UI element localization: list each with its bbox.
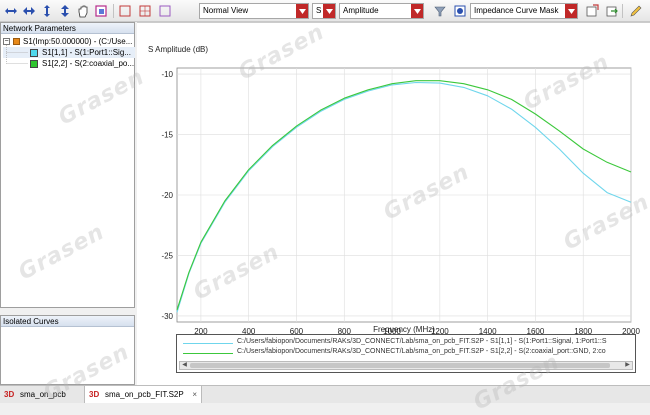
- tab-bar: 3D sma_on_pcb 3D sma_on_pcb_FIT.S2P ×: [0, 385, 650, 403]
- format-dropdown-value: Amplitude: [343, 6, 379, 15]
- isolated-curves-panel: Isolated Curves: [0, 315, 135, 385]
- zoom-vertical-icon[interactable]: [39, 3, 55, 19]
- grid-icon[interactable]: [137, 3, 153, 19]
- chart[interactable]: 200 400 600 800 1000 1200 1400 1600 1800 2000-10-…: [137, 23, 650, 386]
- network-parameters-title: Network Parameters: [1, 23, 134, 34]
- marker-icon[interactable]: [117, 3, 133, 19]
- param-dropdown-value: S: [316, 6, 322, 15]
- legend: C:/Users/fabiopon/Documents/RAKs/3D_CONN…: [176, 334, 636, 373]
- edit-mask-icon[interactable]: [628, 3, 644, 19]
- tree-item-s22-label: S1[2,2] - S(2:coaxial_po...: [42, 59, 135, 68]
- y-tick-label: -15: [161, 131, 173, 140]
- network-parameters-panel: Network Parameters − S1(Imp:50.000000) -…: [0, 22, 135, 308]
- chevron-down-icon: [565, 4, 577, 18]
- zoom-horizontal-icon[interactable]: [3, 3, 19, 19]
- y-tick-label: -10: [161, 70, 173, 79]
- scroll-left-icon[interactable]: ◀: [180, 362, 189, 369]
- scrollbar-thumb[interactable]: [190, 363, 610, 368]
- y-tick-label: -20: [161, 191, 173, 200]
- tab-label: sma_on_pcb: [20, 390, 66, 399]
- tab-sma-on-pcb-fit[interactable]: 3D sma_on_pcb_FIT.S2P ×: [84, 386, 202, 403]
- close-icon[interactable]: ×: [192, 386, 197, 403]
- pan-hand-icon[interactable]: [75, 3, 91, 19]
- fit-horizontal-icon[interactable]: [21, 3, 37, 19]
- export-mask-icon[interactable]: [604, 3, 620, 19]
- fit-vertical-icon[interactable]: [57, 3, 73, 19]
- y-tick-label: -30: [161, 312, 173, 321]
- legend-horizontal-scrollbar[interactable]: ◀ ▶: [179, 361, 633, 370]
- tab-label: sma_on_pcb_FIT.S2P: [105, 390, 184, 399]
- network-icon: [13, 38, 20, 45]
- add-mask-icon[interactable]: [584, 3, 600, 19]
- tree-root-label: S1(Imp:50.000000) - (C:/Use...: [23, 37, 133, 46]
- legend-label-s11: C:/Users/fabiopon/Documents/RAKs/3D_CONN…: [237, 338, 607, 345]
- chevron-down-icon: [411, 4, 423, 18]
- chart-area: 200 400 600 800 1000 1200 1400 1600 1800 2000 -10-…: [137, 22, 650, 385]
- param-dropdown[interactable]: S: [312, 3, 336, 19]
- scroll-right-icon[interactable]: ▶: [623, 362, 632, 369]
- collapse-icon[interactable]: −: [3, 38, 10, 45]
- legend-swatch-s22: [183, 353, 233, 354]
- legend-label-s22: C:/Users/fabiopon/Documents/RAKs/3D_CONN…: [237, 348, 606, 355]
- tab-sma-on-pcb[interactable]: 3D sma_on_pcb: [0, 386, 82, 403]
- tree-item-s11-label: S1[1,1] - S(1:Port1::Sig...: [42, 48, 131, 57]
- mask-toggle-icon[interactable]: [452, 3, 468, 19]
- legend-swatch-s11: [183, 343, 233, 344]
- chevron-down-icon: [296, 4, 308, 18]
- x-axis-label: Frequency (MHz): [373, 325, 435, 334]
- s11-color-swatch[interactable]: [30, 49, 38, 57]
- legend-item-s11[interactable]: C:/Users/fabiopon/Documents/RAKs/3D_CONN…: [177, 338, 635, 348]
- tree-root-item[interactable]: − S1(Imp:50.000000) - (C:/Use...: [3, 36, 135, 47]
- s22-color-swatch[interactable]: [30, 60, 38, 68]
- toolbar: Normal View S Amplitude Impedance Curve …: [0, 0, 650, 22]
- isolated-curves-title: Isolated Curves: [1, 316, 134, 327]
- frame-icon[interactable]: [157, 3, 173, 19]
- mask-dropdown[interactable]: Impedance Curve Mask: [470, 3, 578, 19]
- format-dropdown[interactable]: Amplitude: [339, 3, 424, 19]
- chevron-down-icon: [323, 4, 335, 18]
- mask-dropdown-value: Impedance Curve Mask: [474, 6, 559, 15]
- view-dropdown[interactable]: Normal View: [199, 3, 309, 19]
- 3d-icon: 3D: [4, 390, 15, 399]
- zoom-box-icon[interactable]: [93, 3, 109, 19]
- tree-item-s22[interactable]: S1[2,2] - S(2:coaxial_po...: [3, 58, 135, 69]
- 3d-icon: 3D: [89, 390, 100, 399]
- filter-icon[interactable]: [432, 3, 448, 19]
- tree-item-s11[interactable]: S1[1,1] - S(1:Port1::Sig...: [3, 47, 135, 58]
- y-axis-label: S Amplitude (dB): [148, 45, 208, 54]
- legend-item-s22[interactable]: C:/Users/fabiopon/Documents/RAKs/3D_CONN…: [177, 348, 635, 358]
- view-dropdown-value: Normal View: [203, 6, 249, 15]
- y-tick-label: -25: [161, 251, 173, 260]
